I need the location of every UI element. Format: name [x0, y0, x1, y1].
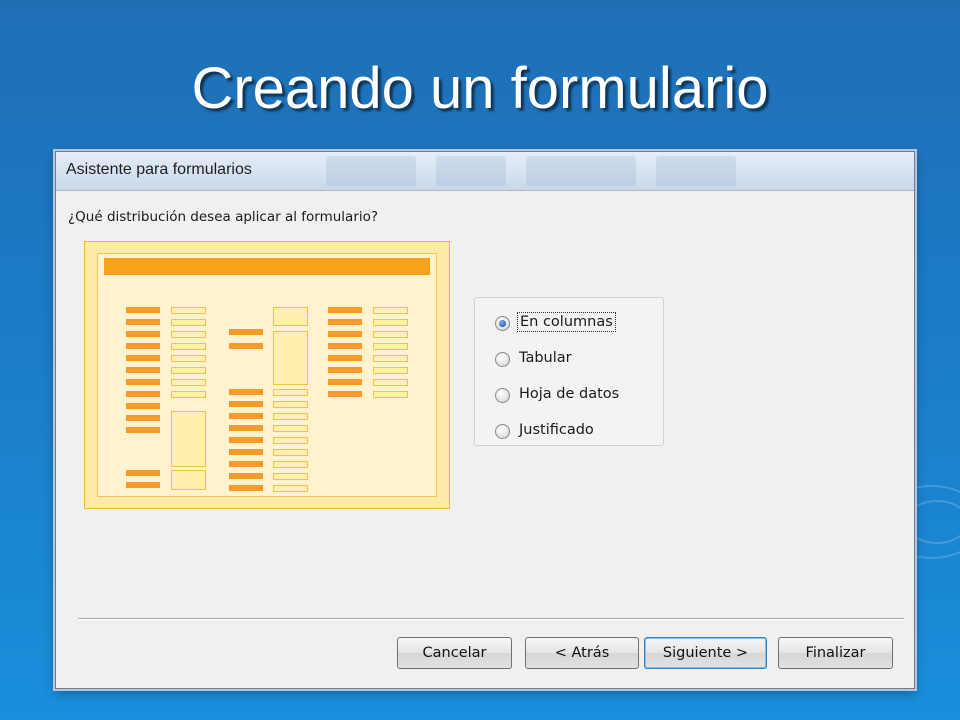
preview-label — [229, 449, 263, 455]
preview-field — [373, 331, 408, 338]
preview-label — [126, 331, 160, 337]
preview-field — [273, 485, 308, 492]
preview-label — [328, 343, 362, 349]
option-label-tabular: Tabular — [519, 350, 572, 366]
preview-field — [171, 391, 206, 398]
ribbon-ghost — [436, 156, 506, 186]
preview-label — [328, 331, 362, 337]
preview-label — [126, 415, 160, 421]
preview-label — [126, 379, 160, 385]
preview-field — [273, 449, 308, 456]
preview-label — [229, 389, 263, 395]
layout-question: ¿Qué distribución desea aplicar al formu… — [68, 209, 379, 225]
option-label-en-columnas: En columnas — [517, 312, 616, 332]
preview-label — [229, 329, 263, 335]
dialog-titlebar[interactable]: Asistente para formularios — [56, 152, 914, 191]
preview-field — [171, 379, 206, 386]
preview-label — [229, 473, 263, 479]
preview-label — [328, 379, 362, 385]
preview-field — [273, 389, 308, 396]
preview-field — [273, 473, 308, 480]
preview-label — [126, 427, 160, 433]
radio-justificado[interactable] — [495, 424, 510, 439]
preview-label — [328, 319, 362, 325]
preview-field — [373, 355, 408, 362]
preview-label — [328, 391, 362, 397]
preview-label — [229, 425, 263, 431]
preview-field — [273, 437, 308, 444]
finish-button[interactable]: Finalizar — [778, 637, 893, 669]
preview-label — [229, 343, 263, 349]
preview-field — [373, 319, 408, 326]
preview-label — [126, 391, 160, 397]
option-label-justificado: Justificado — [519, 422, 594, 438]
preview-memo-field — [273, 307, 308, 326]
footer-separator — [78, 618, 904, 620]
preview-label — [229, 461, 263, 467]
preview-field — [171, 307, 206, 314]
preview-field — [171, 367, 206, 374]
preview-label — [229, 485, 263, 491]
preview-field — [171, 343, 206, 350]
dialog-title: Asistente para formularios — [66, 161, 252, 178]
form-wizard-dialog: Asistente para formularios ¿Qué distribu… — [55, 151, 915, 689]
preview-memo-field — [171, 470, 206, 490]
preview-field — [373, 391, 408, 398]
preview-field — [171, 319, 206, 326]
preview-label — [328, 367, 362, 373]
preview-memo-field — [273, 331, 308, 385]
slide-title: Creando un formulario — [191, 56, 769, 121]
radio-en-columnas[interactable] — [495, 316, 510, 331]
next-button[interactable]: Siguiente > — [644, 637, 767, 669]
preview-field — [373, 367, 408, 374]
preview-label — [229, 413, 263, 419]
form-layout-preview-icon — [84, 241, 450, 509]
preview-page — [97, 253, 437, 497]
preview-field — [273, 461, 308, 468]
back-button[interactable]: < Atrás — [525, 637, 639, 669]
preview-label — [126, 319, 160, 325]
option-label-hoja-de-datos: Hoja de datos — [519, 386, 620, 402]
preview-field — [171, 331, 206, 338]
preview-field — [171, 355, 206, 362]
ribbon-ghost — [526, 156, 636, 186]
ribbon-ghost — [326, 156, 416, 186]
preview-label — [126, 403, 160, 409]
option-justificado[interactable]: Justificado — [495, 419, 655, 443]
preview-label — [126, 343, 160, 349]
preview-header — [104, 258, 430, 275]
cancel-button[interactable]: Cancelar — [397, 637, 512, 669]
preview-label — [229, 401, 263, 407]
layout-options-group: En columnas Tabular Hoja de datos Justif… — [474, 297, 664, 446]
preview-label — [126, 367, 160, 373]
preview-field — [373, 307, 408, 314]
option-tabular[interactable]: Tabular — [495, 347, 655, 371]
preview-field — [373, 379, 408, 386]
option-en-columnas[interactable]: En columnas — [495, 311, 655, 335]
preview-field — [373, 343, 408, 350]
preview-label — [126, 470, 160, 476]
radio-tabular[interactable] — [495, 352, 510, 367]
preview-label — [229, 437, 263, 443]
preview-label — [126, 482, 160, 488]
preview-label — [126, 307, 160, 313]
option-hoja-de-datos[interactable]: Hoja de datos — [495, 383, 655, 407]
preview-label — [328, 307, 362, 313]
preview-memo-field — [171, 411, 206, 467]
preview-field — [273, 425, 308, 432]
radio-hoja-de-datos[interactable] — [495, 388, 510, 403]
preview-label — [328, 355, 362, 361]
ribbon-ghost — [656, 156, 736, 186]
preview-field — [273, 413, 308, 420]
preview-field — [273, 401, 308, 408]
preview-label — [126, 355, 160, 361]
